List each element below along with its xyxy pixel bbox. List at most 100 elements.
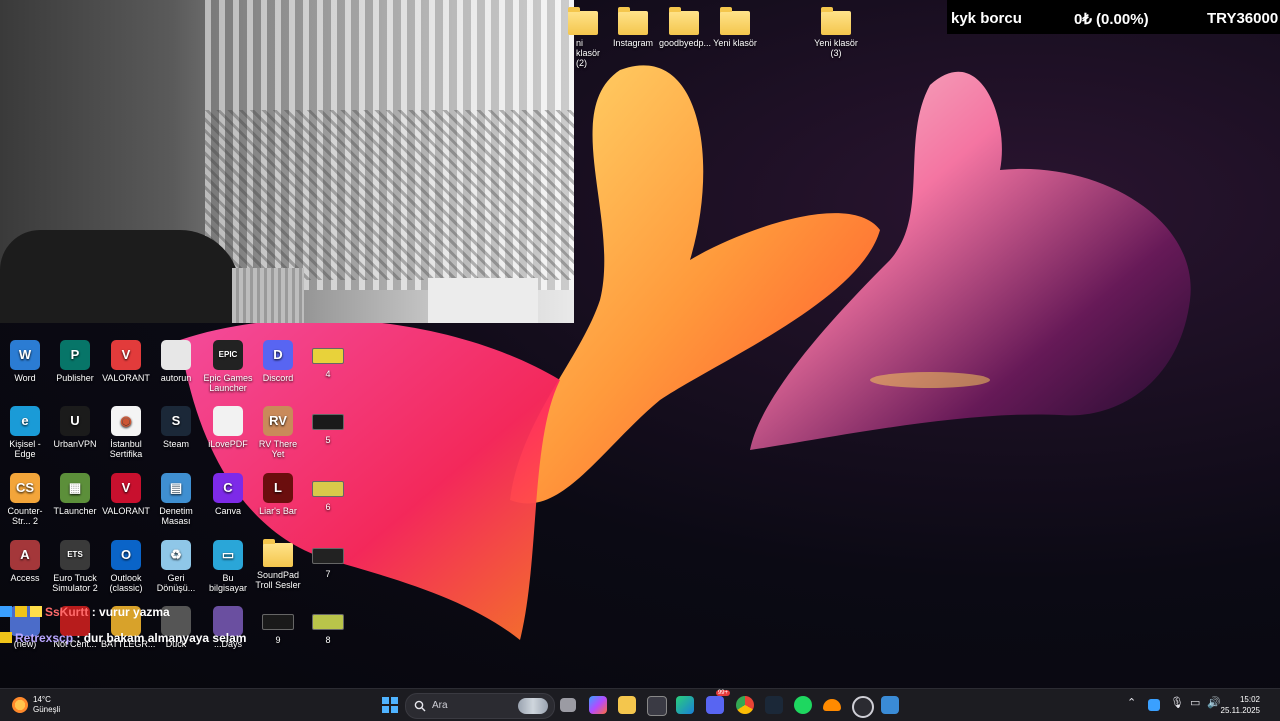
desktop-icon-label: iLovePDF xyxy=(208,439,248,449)
desktop-icon[interactable]: CS Counter-Str... 2 xyxy=(0,473,50,526)
game-icon: RV xyxy=(263,406,293,436)
search-icon xyxy=(414,700,426,712)
webcam-overlay xyxy=(0,0,574,323)
word-icon: W xyxy=(10,340,40,370)
store-icon[interactable] xyxy=(647,696,667,716)
desktop-icon[interactable]: EPIC Epic Games Launcher xyxy=(203,340,253,393)
valorant-icon: V xyxy=(111,473,141,503)
copilot-icon[interactable] xyxy=(589,696,607,714)
chat-badge-icon xyxy=(0,606,12,617)
desktop-icon-label: goodbyedp... xyxy=(659,38,712,48)
discord-icon: D xyxy=(263,340,293,370)
chrome-icon[interactable] xyxy=(736,696,754,714)
desktop-icon-label: Outlook (classic) xyxy=(109,573,143,593)
desktop-icon-label: Yeni klasör xyxy=(713,38,757,48)
desktop-icon[interactable]: W Word xyxy=(0,340,50,383)
search-highlight-image xyxy=(518,698,548,714)
desktop-folder[interactable]: ni klasör (2) xyxy=(558,7,608,68)
desktop-icon-label: Counter-Str... 2 xyxy=(7,506,43,526)
desktop-icon[interactable]: 6 xyxy=(303,473,353,512)
desktop-icon[interactable]: ▦ TLauncher xyxy=(50,473,100,516)
chevron-up-icon[interactable]: ⌃ xyxy=(1127,696,1136,709)
desktop-icon-label: SoundPad Troll Sesler xyxy=(255,570,301,590)
desktop-folder[interactable]: goodbyedp... xyxy=(659,7,712,48)
discord-icon[interactable]: 99+ xyxy=(706,690,730,714)
desktop-icon[interactable]: O Outlook (classic) xyxy=(101,540,151,593)
desktop-folder[interactable]: Yeni klasör (3) xyxy=(811,7,861,58)
recycle-bin-icon: ♻ xyxy=(161,540,191,570)
edge-icon: e xyxy=(10,406,40,436)
computer-icon: ▭ xyxy=(213,540,243,570)
edge-icon[interactable] xyxy=(676,696,694,714)
microphone-icon[interactable]: 🎙 xyxy=(1170,696,1184,709)
desktop-icon[interactable]: 7 xyxy=(303,540,353,579)
desktop-icon-label: İstanbul Sertifika xyxy=(109,439,143,459)
network-icon[interactable]: ▭ xyxy=(1190,696,1200,709)
file-explorer-icon[interactable] xyxy=(618,696,636,714)
image-thumb-icon xyxy=(312,548,344,564)
urbanvpn-icon: U xyxy=(60,406,90,436)
desktop-icon[interactable]: ETS Euro Truck Simulator 2 xyxy=(50,540,100,593)
canva-icon: C xyxy=(213,473,243,503)
desktop-icon[interactable]: SoundPad Troll Sesler xyxy=(253,539,303,590)
desktop-icon-label: 4 xyxy=(325,369,331,379)
folder-icon xyxy=(720,7,750,35)
desktop-icon[interactable]: L Liar's Bar xyxy=(253,473,303,516)
ticker-label: kyk borcu xyxy=(951,10,1022,27)
start-icon[interactable] xyxy=(381,696,399,714)
cloud-icon[interactable] xyxy=(823,699,841,711)
tray-app-icon[interactable] xyxy=(1148,699,1160,711)
taskbar: 14°C Güneşli Ara 99+ ⌃ 🎙 ▭ 🔊 15:02 25.11… xyxy=(0,688,1280,721)
desktop-icon[interactable]: ◉ İstanbul Sertifika xyxy=(101,406,151,459)
desktop-icon-label: Euro Truck Simulator 2 xyxy=(52,573,98,593)
desktop-icon[interactable]: RV RV There Yet xyxy=(253,406,303,459)
webcam-radiator xyxy=(232,268,304,323)
desktop-icon[interactable]: 5 xyxy=(303,406,353,445)
desktop-icon[interactable]: S Steam xyxy=(151,406,201,449)
image-thumb-icon xyxy=(262,614,294,630)
volume-icon[interactable]: 🔊 xyxy=(1207,696,1221,709)
desktop-icon[interactable]: 4 xyxy=(303,340,353,379)
desktop-icon[interactable]: 8 xyxy=(303,606,353,645)
chat-username: Retrexscp xyxy=(15,631,74,645)
desktop-folder[interactable]: Instagram xyxy=(608,7,658,48)
desktop-icon-label: Yeni klasör (3) xyxy=(814,38,858,58)
desktop-icon[interactable]: ▭ Bu bilgisayar xyxy=(203,540,253,593)
desktop-icon[interactable]: A Access xyxy=(0,540,50,583)
desktop-icon[interactable]: U UrbanVPN xyxy=(50,406,100,449)
desktop-icon[interactable]: V VALORANT xyxy=(101,340,151,383)
desktop-icon[interactable]: ♻ Geri Dönüşü... xyxy=(151,540,201,593)
desktop-icon[interactable]: D Discord xyxy=(253,340,303,383)
webcam-box xyxy=(428,278,538,323)
desktop-icon-label: 9 xyxy=(275,635,281,645)
desktop-icon[interactable]: e Kişisel - Edge xyxy=(0,406,50,459)
minecraft-icon: ▦ xyxy=(60,473,90,503)
folder-icon xyxy=(263,539,293,567)
desktop-icon[interactable]: P Publisher xyxy=(50,340,100,383)
desktop-icon-label: Bu bilgisayar xyxy=(208,573,248,593)
system-clock[interactable]: 15:02 25.11.2025 xyxy=(1221,694,1260,716)
access-icon: A xyxy=(10,540,40,570)
desktop-icon-label: Instagram xyxy=(612,38,654,48)
spotify-icon[interactable] xyxy=(794,696,812,714)
desktop-icon[interactable]: 9 xyxy=(253,606,303,645)
desktop-icon[interactable]: autorun xyxy=(151,340,201,383)
webcam-lace xyxy=(205,110,574,280)
desktop-icon-label: Geri Dönüşü... xyxy=(156,573,196,593)
steam-icon[interactable] xyxy=(765,696,783,714)
desktop-icon[interactable]: iLovePDF xyxy=(203,406,253,449)
search-placeholder: Ara xyxy=(432,700,448,711)
obs-icon[interactable] xyxy=(852,696,874,718)
desktop-icon-label: autorun xyxy=(160,373,192,383)
desktop-folder[interactable]: Yeni klasör xyxy=(710,7,760,48)
desktop-icon[interactable]: V VALORANT xyxy=(101,473,151,516)
desktop-icon-label: 5 xyxy=(325,435,331,445)
app-icon[interactable] xyxy=(881,696,899,714)
chat-message: : dur bakam almanyaya selam xyxy=(76,631,247,645)
image-thumb-icon xyxy=(312,614,344,630)
task-view-icon[interactable] xyxy=(560,698,576,712)
desktop-icon[interactable]: ▤ Denetim Masası xyxy=(151,473,201,526)
taskbar-search[interactable]: Ara xyxy=(405,693,555,719)
desktop-icon[interactable]: C Canva xyxy=(203,473,253,516)
desktop-icon-label: Kişisel - Edge xyxy=(9,439,41,459)
